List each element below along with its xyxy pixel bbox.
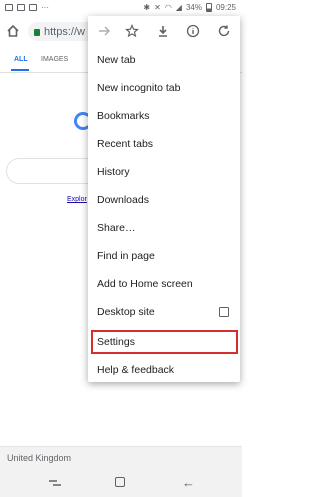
menu-item-add-to-home-screen[interactable]: Add to Home screen <box>88 270 240 298</box>
battery-icon <box>205 3 212 12</box>
status-bar: ··· ✱ ✕ ◠ ◢ 34% 09:25 <box>0 0 242 16</box>
home-icon[interactable] <box>6 24 20 38</box>
email-notification-icon <box>29 4 37 11</box>
menu-item-history[interactable]: History <box>88 158 240 186</box>
system-navigation-bar: ← <box>0 469 242 497</box>
clock: 09:25 <box>215 3 236 12</box>
nav-back-icon[interactable]: ← <box>182 476 195 489</box>
system-status: ✱ ✕ ◠ ◢ 34% 09:25 <box>143 3 236 12</box>
info-icon[interactable] <box>186 24 200 38</box>
explore-link[interactable]: Explor <box>67 196 87 203</box>
bluetooth-icon: ✱ <box>143 3 151 12</box>
menu-item-share[interactable]: Share… <box>88 214 240 242</box>
page-footer: United Kingdom <box>0 446 242 470</box>
star-icon[interactable] <box>125 24 139 38</box>
url-text: https://w <box>44 25 85 38</box>
active-tab-indicator <box>11 69 29 71</box>
footer-location: United Kingdom <box>7 453 72 463</box>
tab-all[interactable]: ALL <box>14 56 28 63</box>
menu-action-row <box>88 16 240 46</box>
mute-icon: ✕ <box>154 3 161 12</box>
lock-icon <box>34 29 40 36</box>
message-notification-icon <box>17 4 25 11</box>
download-icon[interactable] <box>156 24 170 38</box>
nav-home-icon[interactable] <box>115 477 125 487</box>
more-notifications-icon: ··· <box>41 3 49 12</box>
image-notification-icon <box>5 4 13 11</box>
menu-item-settings[interactable]: Settings <box>88 328 240 356</box>
recents-icon[interactable] <box>49 479 61 487</box>
menu-item-bookmarks[interactable]: Bookmarks <box>88 102 240 130</box>
desktop-site-checkbox[interactable] <box>219 307 229 317</box>
menu-item-new-tab[interactable]: New tab <box>88 46 240 74</box>
wifi-icon: ◠ <box>164 3 172 12</box>
menu-item-downloads[interactable]: Downloads <box>88 186 240 214</box>
menu-item-desktop-site[interactable]: Desktop site <box>88 298 240 326</box>
forward-icon[interactable] <box>97 24 111 38</box>
tab-images[interactable]: IMAGES <box>41 56 68 63</box>
battery-percent: 34% <box>185 3 202 12</box>
menu-item-new-incognito-tab[interactable]: New incognito tab <box>88 74 240 102</box>
overflow-menu: New tab New incognito tab Bookmarks Rece… <box>88 16 240 382</box>
notification-icons: ··· <box>5 3 49 12</box>
signal-icon: ◢ <box>175 3 182 12</box>
menu-item-help-feedback[interactable]: Help & feedback <box>88 356 240 384</box>
menu-item-find-in-page[interactable]: Find in page <box>88 242 240 270</box>
menu-item-recent-tabs[interactable]: Recent tabs <box>88 130 240 158</box>
refresh-icon[interactable] <box>217 24 231 38</box>
search-input[interactable] <box>6 158 100 184</box>
